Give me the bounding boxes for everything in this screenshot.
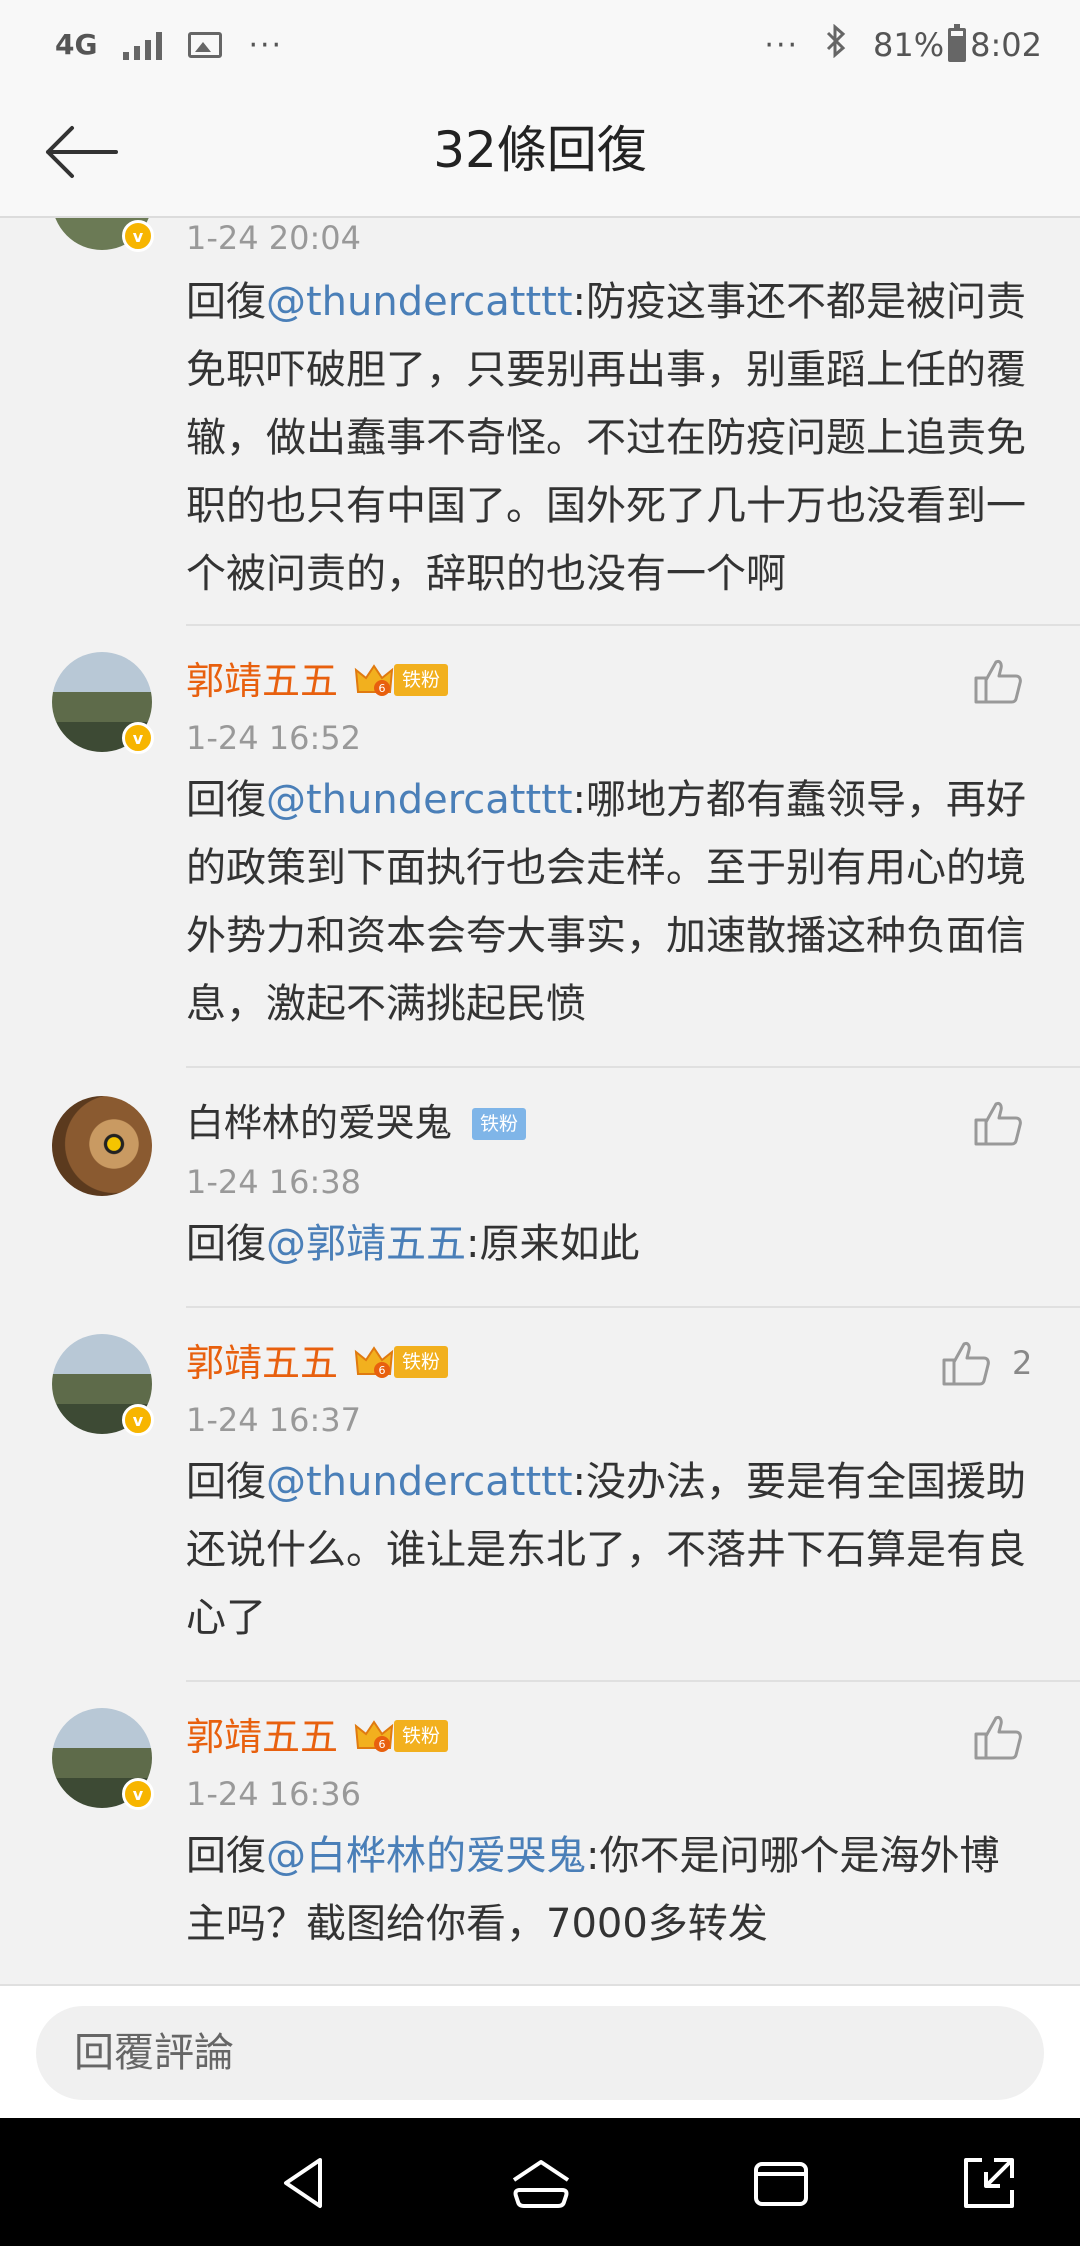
like-button[interactable] [972, 656, 1024, 706]
like-button[interactable] [972, 1098, 1024, 1148]
verified-badge-icon: v [122, 1778, 154, 1810]
like-button[interactable] [940, 1338, 992, 1388]
divider [186, 1680, 1080, 1682]
status-bar: 4G ··· ··· 81% 8:02 [0, 0, 1080, 90]
reply-prefix: 回復 [186, 279, 266, 325]
avatar[interactable]: v [52, 218, 154, 252]
comment-body: :防疫这事还不都是被问责免职吓破胆了，只要别再出事，别重蹈上任的覆辙，做出蠢事不… [186, 279, 1027, 597]
battery-icon [948, 24, 967, 62]
home-icon[interactable] [508, 2150, 574, 2216]
username[interactable]: 郭靖五五 [186, 1712, 338, 1762]
divider [186, 1066, 1080, 1068]
comment-text[interactable]: 回復@thundercatttt:防疫这事还不都是被问责免职吓破胆了，只要别再出… [186, 268, 1038, 608]
divider [186, 1306, 1080, 1308]
svg-text:6: 6 [379, 1364, 386, 1377]
avatar[interactable]: v [52, 1708, 154, 1810]
comment-time: 1-24 20:04 [186, 219, 362, 257]
username[interactable]: 郭靖五五 [186, 1338, 338, 1388]
verified-badge-icon: v [122, 722, 154, 754]
mention-link[interactable]: @郭靖五五 [266, 1221, 466, 1267]
crown-icon: 6 [354, 1720, 394, 1752]
divider [186, 624, 1080, 626]
image-notification-icon [188, 32, 223, 58]
avatar[interactable] [52, 1096, 152, 1196]
comment-time: 1-24 16:52 [186, 719, 362, 757]
like-count: 2 [1012, 1344, 1033, 1382]
mention-link[interactable]: @thundercatttt [266, 1459, 573, 1505]
battery-percent: 81% [873, 26, 945, 64]
comment-list[interactable]: v 1-24 20:04 回復@thundercatttt:防疫这事还不都是被问… [0, 218, 1080, 1984]
fan-badge: 铁粉 [472, 1108, 527, 1140]
reply-input[interactable]: 回覆評論 [36, 2006, 1044, 2100]
comment-text[interactable]: 回復@郭靖五五:原来如此 [186, 1210, 1038, 1278]
svg-text:6: 6 [379, 1738, 386, 1751]
navigation-bar [0, 2118, 1080, 2246]
signal-icon [123, 30, 163, 60]
clock: 8:02 [970, 26, 1042, 64]
comment-text[interactable]: 回復@thundercatttt:没办法，要是有全国援助还说什么。谁让是东北了，… [186, 1448, 1038, 1652]
reply-prefix: 回復 [186, 1459, 266, 1505]
page-title: 32條回復 [433, 121, 647, 179]
triangle-back-icon[interactable] [272, 2150, 338, 2216]
comment-time: 1-24 16:38 [186, 1163, 362, 1201]
comment-body: :原来如此 [466, 1221, 640, 1267]
reply-bar: 回覆評論 [0, 1984, 1080, 2118]
crown-icon: 6 [354, 1346, 394, 1378]
user-badges: 6 铁粉 [354, 1718, 449, 1754]
reply-prefix: 回復 [186, 777, 266, 823]
notification-overflow: ··· [248, 27, 284, 63]
user-badges: 6 铁粉 [354, 662, 449, 698]
comment-text[interactable]: 回復@白桦林的爱哭鬼:你不是问哪个是海外博主吗？截图给你看，7000多转发 [186, 1822, 1038, 1958]
mention-link[interactable]: @thundercatttt [266, 279, 573, 325]
fan-badge: 铁粉 [394, 1720, 449, 1752]
status-left: 4G ··· [55, 28, 283, 63]
title-bar: 32條回復 [0, 90, 1080, 218]
verified-badge-icon: v [122, 1404, 154, 1436]
username[interactable]: 白桦林的爱哭鬼 [186, 1098, 452, 1148]
reply-prefix: 回復 [186, 1833, 266, 1879]
comment-time: 1-24 16:37 [186, 1401, 362, 1439]
fan-badge: 铁粉 [394, 664, 449, 696]
recents-icon[interactable] [748, 2150, 814, 2216]
avatar[interactable]: v [52, 1334, 154, 1436]
bluetooth-icon [825, 23, 847, 66]
status-right: ··· 81% 8:02 [764, 23, 1042, 66]
fan-badge: 铁粉 [394, 1346, 449, 1378]
comment-time: 1-24 16:36 [186, 1775, 362, 1813]
mention-link[interactable]: @白桦林的爱哭鬼 [266, 1833, 586, 1879]
network-type: 4G [55, 28, 98, 61]
avatar[interactable]: v [52, 652, 154, 754]
expand-icon[interactable] [956, 2150, 1022, 2216]
user-badges: 6 铁粉 [354, 1344, 449, 1380]
crown-icon: 6 [354, 664, 394, 696]
mention-link[interactable]: @thundercatttt [266, 777, 573, 823]
reply-prefix: 回復 [186, 1221, 266, 1267]
verified-badge-icon: v [122, 220, 154, 252]
like-button[interactable] [972, 1712, 1024, 1762]
username[interactable]: 郭靖五五 [186, 656, 338, 706]
comment-text[interactable]: 回復@thundercatttt:哪地方都有蠢领导，再好的政策到下面执行也会走样… [186, 766, 1038, 1038]
status-overflow: ··· [764, 27, 800, 63]
svg-text:6: 6 [379, 682, 386, 695]
user-badges: 铁粉 [472, 1108, 527, 1140]
